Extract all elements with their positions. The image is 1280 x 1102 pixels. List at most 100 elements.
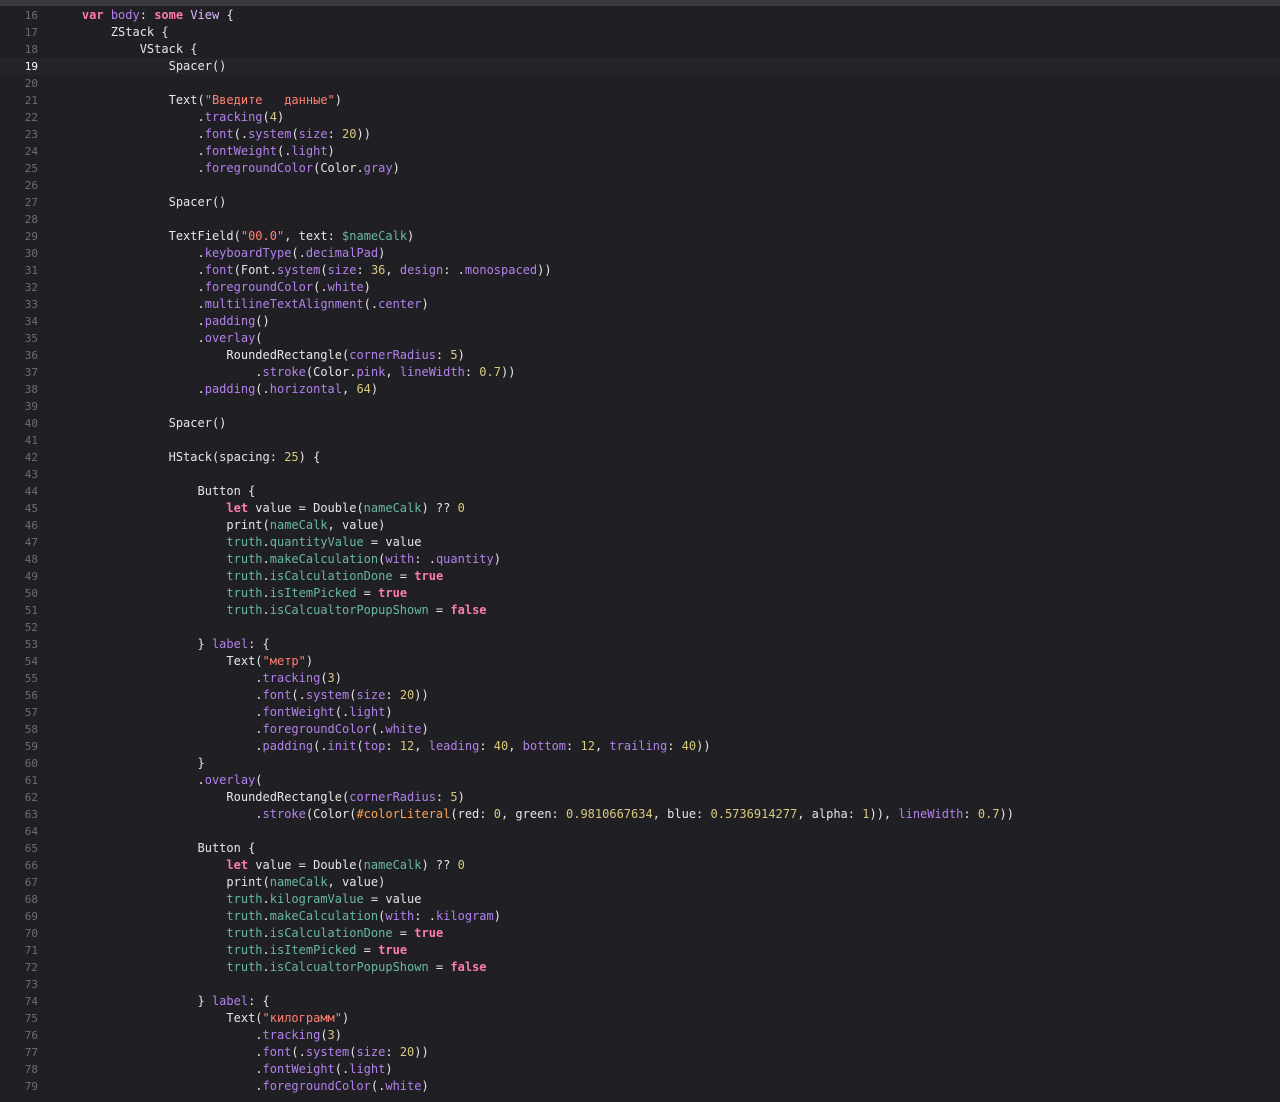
code-line[interactable]: 39 — [0, 398, 1280, 415]
code-token: size — [327, 263, 357, 277]
code-line[interactable]: 57 .fontWeight(.light) — [0, 704, 1280, 721]
code-token: (. — [334, 1062, 350, 1076]
code-token: system — [305, 688, 350, 702]
code-token: "килограмм" — [262, 1011, 342, 1025]
code-line[interactable]: 76 .tracking(3) — [0, 1027, 1280, 1044]
code-token: (Font. — [233, 263, 277, 277]
code-line[interactable]: 38 .padding(.horizontal, 64) — [0, 381, 1280, 398]
code-line[interactable]: 75 Text("килограмм") — [0, 1010, 1280, 1027]
code-line[interactable]: 54 Text("метр") — [0, 653, 1280, 670]
code-line[interactable]: 59 .padding(.init(top: 12, leading: 40, … — [0, 738, 1280, 755]
code-line[interactable]: 44 Button { — [0, 483, 1280, 500]
code-line[interactable]: 69 truth.makeCalculation(with: .kilogram… — [0, 908, 1280, 925]
code-token: Spacer() — [53, 195, 227, 209]
code-line[interactable]: 16 var body: some View { — [0, 7, 1280, 24]
code-line[interactable]: 61 .overlay( — [0, 772, 1280, 789]
line-number: 68 — [24, 893, 38, 906]
code-token: 0 — [457, 858, 465, 872]
code-token: . — [262, 892, 270, 906]
code-line[interactable]: 18 VStack { — [0, 41, 1280, 58]
code-line[interactable]: 28 — [0, 211, 1280, 228]
code-token: 0 — [493, 807, 501, 821]
code-line[interactable]: 32 .foregroundColor(.white) — [0, 279, 1280, 296]
code-token: . — [262, 535, 270, 549]
code-line[interactable]: 79 .foregroundColor(.white) — [0, 1078, 1280, 1095]
code-line[interactable]: 67 print(nameCalk, value) — [0, 874, 1280, 891]
code-line[interactable]: 73 — [0, 976, 1280, 993]
code-line[interactable]: 27 Spacer() — [0, 194, 1280, 211]
line-number: 59 — [24, 740, 38, 753]
code-line[interactable]: 23 .font(.system(size: 20)) — [0, 126, 1280, 143]
line-number: 66 — [24, 859, 38, 872]
code-line[interactable]: 58 .foregroundColor(.white) — [0, 721, 1280, 738]
code-line[interactable]: 55 .tracking(3) — [0, 670, 1280, 687]
code-line[interactable]: 74 } label: { — [0, 993, 1280, 1010]
code-line[interactable]: 25 .foregroundColor(Color.gray) — [0, 160, 1280, 177]
code-line[interactable]: 30 .keyboardType(.decimalPad) — [0, 245, 1280, 262]
code-line[interactable]: 35 .overlay( — [0, 330, 1280, 347]
code-line[interactable]: 22 .tracking(4) — [0, 109, 1280, 126]
code-line[interactable]: 64 — [0, 823, 1280, 840]
code-token: system — [276, 263, 321, 277]
code-line[interactable]: 42 HStack(spacing: 25) { — [0, 449, 1280, 466]
code-line[interactable]: 52 — [0, 619, 1280, 636]
code-line[interactable]: 49 truth.isCalculationDone = true — [0, 568, 1280, 585]
code-line[interactable]: 62 RoundedRectangle(cornerRadius: 5) — [0, 789, 1280, 806]
code-token: padding — [204, 314, 256, 328]
code-line[interactable]: 37 .stroke(Color.pink, lineWidth: 0.7)) — [0, 364, 1280, 381]
code-line[interactable]: 21 Text("Введите данные") — [0, 92, 1280, 109]
code-line[interactable]: 46 print(nameCalk, value) — [0, 517, 1280, 534]
code-token: true — [378, 943, 408, 957]
line-number: 69 — [24, 910, 38, 923]
line-source: .tracking(4) — [53, 109, 284, 126]
code-line[interactable]: 48 truth.makeCalculation(with: .quantity… — [0, 551, 1280, 568]
code-line[interactable]: 36 RoundedRectangle(cornerRadius: 5) — [0, 347, 1280, 364]
code-line[interactable]: 77 .font(.system(size: 20)) — [0, 1044, 1280, 1061]
code-line[interactable]: 40 Spacer() — [0, 415, 1280, 432]
line-source: TextField("00.0", text: $nameCalk) — [53, 228, 415, 245]
code-line[interactable]: 20 — [0, 75, 1280, 92]
code-token: keyboardType — [204, 246, 292, 260]
code-line[interactable]: 31 .font(Font.system(size: 36, design: .… — [0, 262, 1280, 279]
code-line[interactable]: 26 — [0, 177, 1280, 194]
code-line[interactable]: 29 TextField("00.0", text: $nameCalk) — [0, 228, 1280, 245]
code-line[interactable]: 60 } — [0, 755, 1280, 772]
code-token: . — [262, 960, 270, 974]
code-line[interactable]: 65 Button { — [0, 840, 1280, 857]
code-line[interactable]: 53 } label: { — [0, 636, 1280, 653]
code-line[interactable]: 19 Spacer() — [0, 58, 1280, 75]
code-line[interactable]: 24 .fontWeight(.light) — [0, 143, 1280, 160]
code-line[interactable]: 45 let value = Double(nameCalk) ?? 0 — [0, 500, 1280, 517]
code-token: #colorLiteral — [356, 807, 451, 821]
code-line[interactable]: 17 ZStack { — [0, 24, 1280, 41]
code-token: , — [385, 365, 400, 379]
code-line[interactable]: 41 — [0, 432, 1280, 449]
line-source: let value = Double(nameCalk) ?? 0 — [53, 500, 464, 517]
line-source: VStack { — [53, 41, 198, 58]
code-line[interactable]: 56 .font(.system(size: 20)) — [0, 687, 1280, 704]
code-line[interactable]: 72 truth.isCalcualtorPopupShown = false — [0, 959, 1280, 976]
code-line[interactable]: 47 truth.quantityValue = value — [0, 534, 1280, 551]
code-token: overlay — [204, 331, 256, 345]
code-line[interactable]: 71 truth.isItemPicked = true — [0, 942, 1280, 959]
code-area[interactable]: 16 var body: some View {17 ZStack {18 VS… — [0, 7, 1280, 1095]
code-token: ) — [457, 790, 465, 804]
code-line[interactable]: 70 truth.isCalculationDone = true — [0, 925, 1280, 942]
code-line[interactable]: 50 truth.isItemPicked = true — [0, 585, 1280, 602]
code-token: Button { — [53, 484, 256, 498]
code-line[interactable]: 51 truth.isCalcualtorPopupShown = false — [0, 602, 1280, 619]
code-line[interactable]: 68 truth.kilogramValue = value — [0, 891, 1280, 908]
code-line[interactable]: 66 let value = Double(nameCalk) ?? 0 — [0, 857, 1280, 874]
code-editor[interactable]: 16 var body: some View {17 ZStack {18 VS… — [0, 0, 1280, 1102]
code-token: : . — [414, 552, 436, 566]
code-line[interactable]: 33 .multilineTextAlignment(.center) — [0, 296, 1280, 313]
code-line[interactable]: 78 .fontWeight(.light) — [0, 1061, 1280, 1078]
code-line[interactable]: 34 .padding() — [0, 313, 1280, 330]
code-token: 0.7 — [479, 365, 501, 379]
code-token: . — [53, 246, 205, 260]
code-token: label — [211, 637, 249, 651]
code-token: = value — [363, 535, 422, 549]
code-line[interactable]: 43 — [0, 466, 1280, 483]
code-token: . — [262, 603, 270, 617]
code-line[interactable]: 63 .stroke(Color(#colorLiteral(red: 0, g… — [0, 806, 1280, 823]
